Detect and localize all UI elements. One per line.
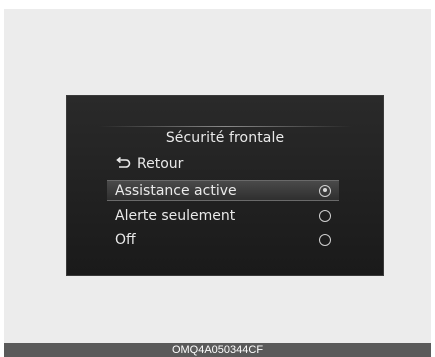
back-button[interactable]: Retour xyxy=(115,154,183,174)
option-assistance-active[interactable]: Assistance active xyxy=(107,180,339,201)
menu-title: Sécurité frontale xyxy=(165,130,285,146)
back-arrow-icon xyxy=(116,157,131,168)
option-label: Alerte seulement xyxy=(115,207,236,224)
option-label: Assistance active xyxy=(115,182,237,199)
radio-unchecked-icon[interactable] xyxy=(319,209,331,222)
top-divider xyxy=(99,126,352,127)
display-screen: Sécurité frontale Retour Assistance acti… xyxy=(66,95,384,276)
option-off[interactable]: Off xyxy=(107,229,339,250)
figure-caption: OMQ4A050344CF xyxy=(4,343,431,357)
radio-checked-icon[interactable] xyxy=(319,184,331,197)
radio-unchecked-icon[interactable] xyxy=(319,233,331,246)
option-alerte-seulement[interactable]: Alerte seulement xyxy=(107,205,339,226)
back-label: Retour xyxy=(137,156,184,172)
option-label: Off xyxy=(115,231,136,248)
figure-frame: Sécurité frontale Retour Assistance acti… xyxy=(4,9,431,343)
